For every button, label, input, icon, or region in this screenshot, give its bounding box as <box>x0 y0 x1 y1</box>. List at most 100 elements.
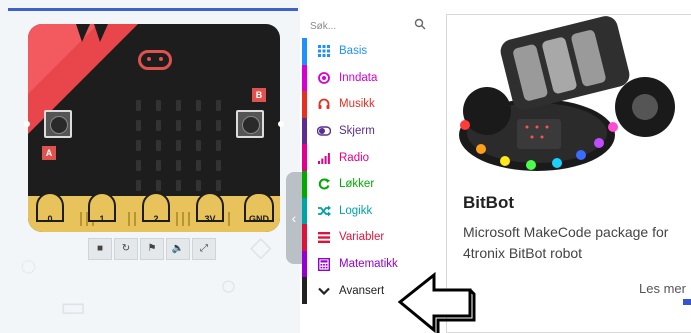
category-inndata[interactable]: Inndata <box>302 64 440 92</box>
led <box>148 116 168 136</box>
pointer-arrow-icon <box>398 272 476 333</box>
toolbox-search <box>302 14 440 38</box>
connector-tooth <box>134 212 136 226</box>
microbit-logo <box>138 50 172 70</box>
led-light <box>155 140 161 151</box>
category-label: Matematikk <box>339 258 398 271</box>
simulator-panel: ◌ ○ ▭ ◇ A B 0 1 2 3V GND ■ ↻ ⚑ 🔈 ⤢ <box>0 0 300 333</box>
fullscreen-icon[interactable]: ⤢ <box>192 238 216 260</box>
debug-icon[interactable]: ⚑ <box>140 238 164 260</box>
category-radio[interactable]: Radio <box>302 144 440 171</box>
category-label: Variabler <box>339 231 385 244</box>
led-light <box>195 180 201 191</box>
board-edge-dot <box>24 121 30 127</box>
microbit-board[interactable]: A B 0 1 2 3V GND <box>28 24 280 232</box>
led <box>208 136 228 156</box>
list-icon <box>317 230 331 244</box>
led-matrix <box>128 96 228 196</box>
pin-label: 3V <box>204 214 216 224</box>
editor-top-border <box>8 8 298 11</box>
learn-more-link[interactable]: Les mer <box>639 281 686 296</box>
extension-card[interactable]: BitBot Microsoft MakeCode package for 4t… <box>446 14 691 333</box>
category-label: Basis <box>339 45 368 58</box>
category-color-bar <box>302 277 307 304</box>
led <box>168 96 188 116</box>
category-color-bar <box>302 250 307 278</box>
category-basis[interactable]: Basis <box>302 38 440 65</box>
category-label: Radio <box>339 151 370 164</box>
button-b[interactable] <box>236 110 264 138</box>
refresh-icon <box>317 177 331 191</box>
chevron-down-icon <box>317 284 331 298</box>
led <box>188 96 208 116</box>
connector-tooth <box>128 212 130 226</box>
stop-icon[interactable]: ■ <box>88 238 112 260</box>
led-light <box>135 160 141 171</box>
category-skjerm[interactable]: Skjerm <box>302 117 440 145</box>
led-light <box>215 120 221 131</box>
grid-icon <box>317 44 331 58</box>
led-light <box>195 140 201 151</box>
led-light <box>215 100 221 111</box>
category-label: Logikk <box>339 204 373 217</box>
led-light <box>155 180 161 191</box>
connector-tooth <box>80 212 82 226</box>
led-light <box>215 140 221 151</box>
pin-label: 1 <box>99 214 105 224</box>
led-light <box>175 140 181 151</box>
category-label: Løkker <box>339 178 375 191</box>
search-icon[interactable] <box>414 18 426 30</box>
connector-tooth <box>228 212 230 226</box>
led-light <box>135 180 141 191</box>
led-light <box>155 100 161 111</box>
category-logikk[interactable]: Logikk <box>302 197 440 225</box>
category-color-bar <box>302 64 307 92</box>
search-input[interactable] <box>308 16 412 36</box>
category-color-bar <box>302 91 307 118</box>
button-a-label: A <box>42 146 56 160</box>
board-edge-dot <box>278 121 284 127</box>
led <box>188 136 208 156</box>
category-color-bar <box>302 171 307 198</box>
mute-icon[interactable]: 🔈 <box>166 238 190 260</box>
led-light <box>215 160 221 171</box>
pin-label: 2 <box>153 214 159 224</box>
led <box>128 176 148 196</box>
category-color-bar <box>302 144 307 171</box>
led <box>148 96 168 116</box>
led-light <box>135 100 141 111</box>
signal-icon <box>317 151 331 165</box>
category-musikk[interactable]: Musikk <box>302 91 440 118</box>
bitbot-robot-image <box>447 15 691 185</box>
led-light <box>195 100 201 111</box>
connector-tooth <box>182 212 184 226</box>
led <box>128 116 148 136</box>
category-label: Inndata <box>339 71 378 84</box>
extension-description: Microsoft MakeCode package for 4tronix B… <box>463 224 669 261</box>
led <box>168 156 188 176</box>
connector-tooth <box>176 212 178 226</box>
connector-tooth <box>188 212 190 226</box>
category-variabler[interactable]: Variabler <box>302 224 440 251</box>
category-label: Avansert <box>339 284 385 297</box>
category-løkker[interactable]: Løkker <box>302 171 440 198</box>
category-color-bar <box>302 38 307 65</box>
category-label: Skjerm <box>339 125 375 138</box>
led <box>188 116 208 136</box>
headphones-icon <box>317 97 331 111</box>
led-light <box>175 120 181 131</box>
button-a[interactable] <box>44 110 72 138</box>
restart-icon[interactable]: ↻ <box>114 238 138 260</box>
led <box>208 96 228 116</box>
button-b-label: B <box>252 88 266 102</box>
target-icon <box>317 71 331 85</box>
category-color-bar <box>302 224 307 251</box>
pin-label: 0 <box>47 214 53 224</box>
led <box>128 96 148 116</box>
led-light <box>175 180 181 191</box>
collapse-simulator-button[interactable]: ‹ <box>286 172 302 264</box>
led <box>148 136 168 156</box>
led <box>168 176 188 196</box>
calculator-icon <box>317 257 331 271</box>
led-light <box>175 100 181 111</box>
